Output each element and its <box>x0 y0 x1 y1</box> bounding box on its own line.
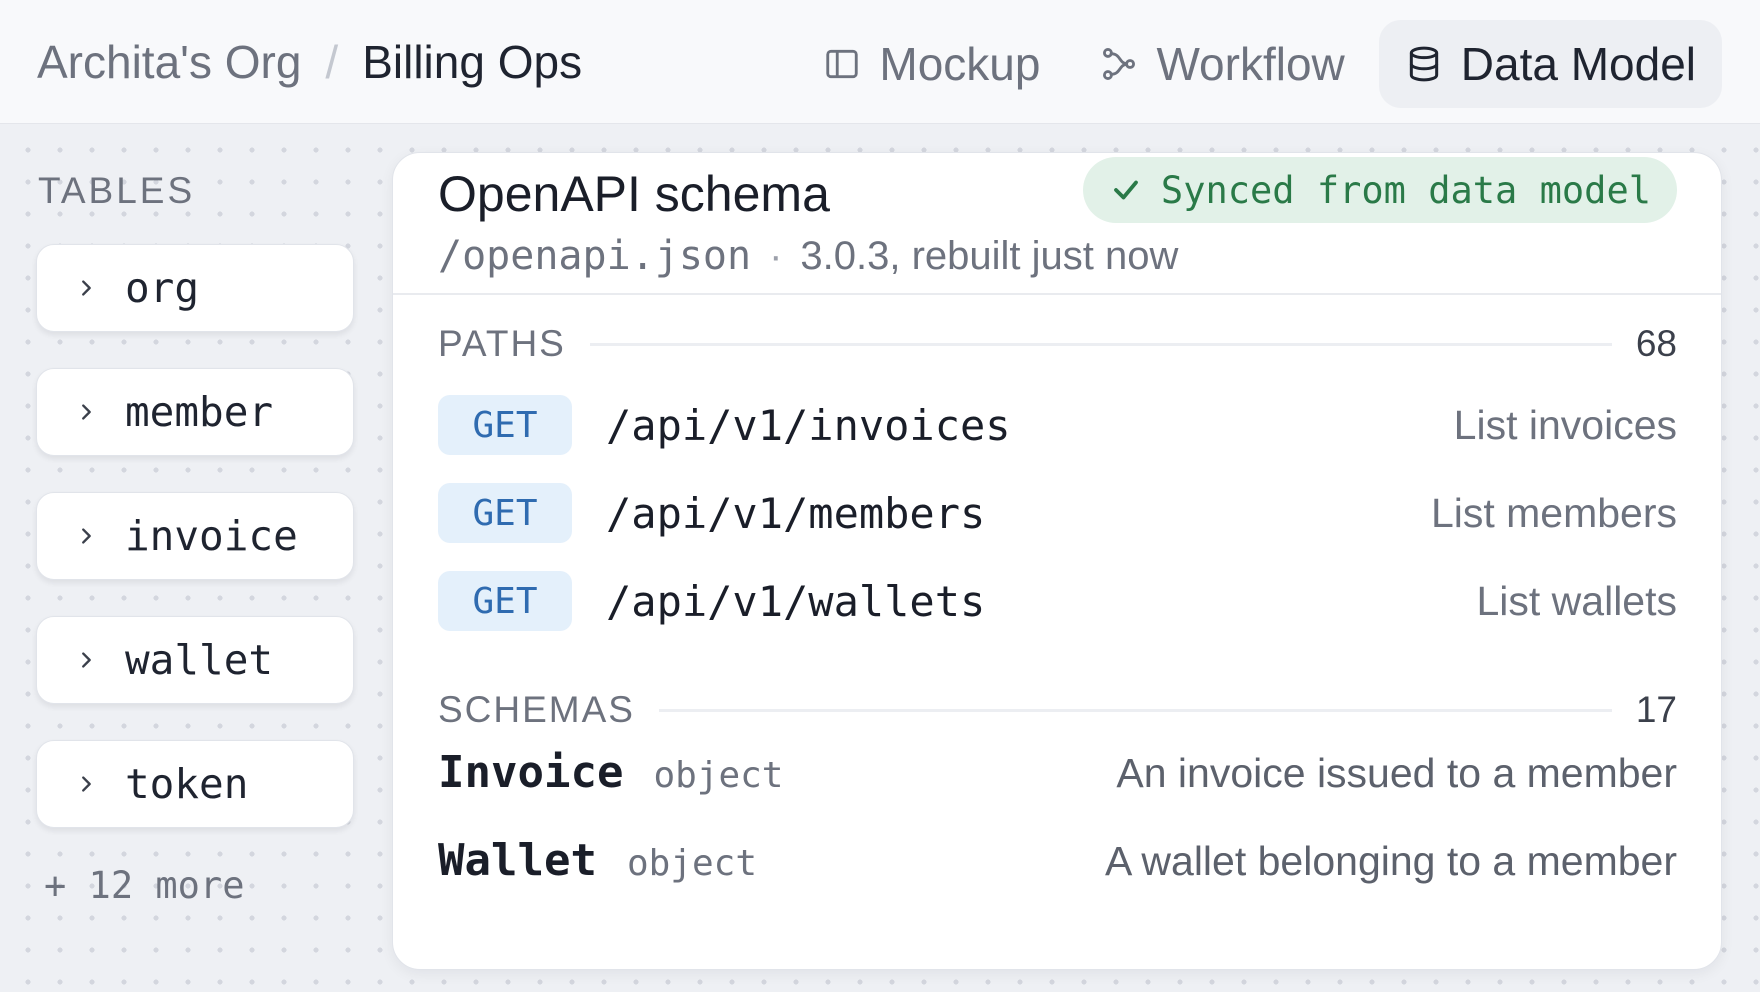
tab-data-model[interactable]: Data Model <box>1378 20 1722 108</box>
chevron-right-icon <box>82 776 91 792</box>
section-divider <box>658 708 1612 712</box>
view-switcher: Mockup Workflow Data Model <box>789 20 1722 108</box>
schema-version-info: 3.0.3, rebuilt just now <box>800 233 1179 278</box>
paths-header: PATHS 68 <box>438 319 1677 369</box>
endpoint-path: /api/v1/members <box>606 488 986 538</box>
workflow-icon <box>1103 48 1136 80</box>
paths-label: PATHS <box>438 323 566 364</box>
schema-description: An invoice issued to a member <box>1116 750 1677 796</box>
breadcrumb-current-project[interactable]: Billing Ops <box>362 35 582 89</box>
tab-mockup[interactable]: Mockup <box>797 20 1066 108</box>
table-item-label: token <box>125 760 249 808</box>
path-row-wallets[interactable]: GET /api/v1/wallets List wallets <box>438 557 1677 645</box>
schema-type: object <box>653 755 784 796</box>
panel-title: OpenAPI schema <box>438 166 830 222</box>
tab-data-model-label: Data Model <box>1460 38 1696 90</box>
http-method-badge: GET <box>438 395 572 455</box>
table-list: org member invoice wallet token <box>36 244 356 828</box>
panel-icon <box>826 49 859 79</box>
breadcrumb: Archita's Org / Billing Ops <box>37 0 582 124</box>
tables-sidebar: TABLES org member invoice wallet token +… <box>36 160 356 907</box>
schema-row-wallet[interactable]: Wallet object A wallet belonging to a me… <box>438 827 1677 915</box>
schema-name: Wallet <box>438 835 597 886</box>
chevron-right-icon <box>82 528 91 544</box>
panel-header: OpenAPI schema Synced from data model /o… <box>393 153 1721 295</box>
schemas-header: SCHEMAS 17 <box>438 685 1677 735</box>
http-method-badge: GET <box>438 483 572 543</box>
breadcrumb-separator: / <box>325 36 339 88</box>
endpoint-description: List wallets <box>1476 577 1677 624</box>
http-method-badge: GET <box>438 571 572 631</box>
paths-count: 68 <box>1635 323 1677 364</box>
chevron-right-icon <box>82 652 91 668</box>
schema-row-invoice[interactable]: Invoice object An invoice issued to a me… <box>438 739 1677 827</box>
path-row-members[interactable]: GET /api/v1/members List members <box>438 469 1677 557</box>
openapi-panel: OpenAPI schema Synced from data model /o… <box>392 152 1722 970</box>
endpoint-description: List invoices <box>1453 401 1677 448</box>
endpoint-description: List members <box>1430 489 1677 536</box>
table-item-label: org <box>125 264 200 312</box>
check-icon <box>1114 180 1138 200</box>
chevron-right-icon <box>82 404 91 420</box>
table-item-label: wallet <box>125 636 274 684</box>
table-item-label: invoice <box>125 512 298 560</box>
top-bar: Archita's Org / Billing Ops Mockup Workf… <box>0 0 1760 124</box>
schema-file-path: /openapi.json <box>438 233 752 279</box>
schema-meta: /openapi.json · 3.0.3, rebuilt just now <box>438 233 1178 279</box>
paths-section: PATHS 68 GET /api/v1/invoices List invoi… <box>393 319 1721 645</box>
tab-workflow-label: Workflow <box>1156 38 1345 90</box>
schema-description: A wallet belonging to a member <box>1104 838 1677 884</box>
tab-mockup-label: Mockup <box>879 38 1041 90</box>
tab-workflow[interactable]: Workflow <box>1074 20 1370 108</box>
section-divider <box>589 342 1612 346</box>
meta-separator: · <box>769 233 783 278</box>
breadcrumb-org[interactable]: Archita's Org <box>37 35 301 89</box>
sidebar-title: TABLES <box>38 170 196 211</box>
schemas-label: SCHEMAS <box>438 689 635 730</box>
sync-status-badge: Synced from data model <box>1082 157 1677 223</box>
endpoint-path: /api/v1/invoices <box>606 400 1011 450</box>
schema-name: Invoice <box>438 747 624 798</box>
table-item-token[interactable]: token <box>36 740 354 828</box>
table-item-wallet[interactable]: wallet <box>36 616 354 704</box>
database-icon <box>1409 46 1438 82</box>
table-item-org[interactable]: org <box>36 244 354 332</box>
chevron-right-icon <box>82 280 91 296</box>
table-item-member[interactable]: member <box>36 368 354 456</box>
schemas-section: SCHEMAS 17 Invoice object An invoice iss… <box>393 685 1721 915</box>
path-row-invoices[interactable]: GET /api/v1/invoices List invoices <box>438 381 1677 469</box>
endpoint-path: /api/v1/wallets <box>606 576 986 626</box>
table-item-label: member <box>125 388 274 436</box>
sync-status-label: Synced from data model <box>1160 168 1651 212</box>
schemas-count: 17 <box>1635 689 1677 730</box>
more-tables-link[interactable]: + 12 more <box>44 864 356 907</box>
table-item-invoice[interactable]: invoice <box>36 492 354 580</box>
schema-type: object <box>626 843 757 884</box>
